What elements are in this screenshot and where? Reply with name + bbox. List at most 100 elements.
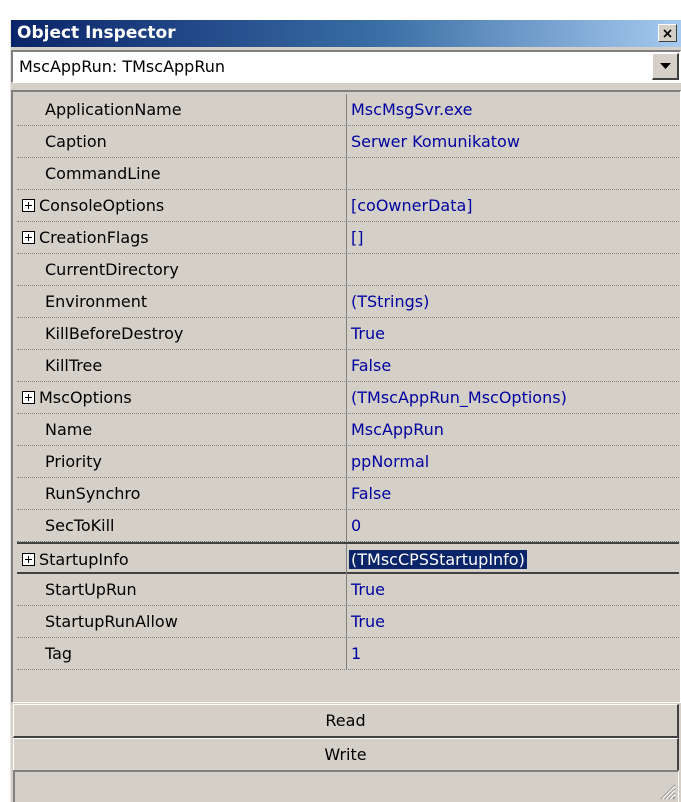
property-value-cell[interactable]: False <box>348 350 679 381</box>
property-value: (TMscAppRun_MscOptions) <box>351 388 567 407</box>
property-name-cell[interactable]: StartupInfo <box>17 544 347 575</box>
plus-box-icon[interactable] <box>22 553 35 566</box>
property-value: (TStrings) <box>351 292 430 311</box>
property-row-runsynchro[interactable]: RunSynchro False <box>17 478 679 510</box>
property-value-cell[interactable]: (TStrings) <box>348 286 679 317</box>
property-name-cell[interactable]: CurrentDirectory <box>17 254 347 285</box>
property-row-startupinfo[interactable]: StartupInfo (TMscCPSStartupInfo) <box>17 542 679 575</box>
property-value: ppNormal <box>351 452 430 471</box>
property-value: True <box>351 612 385 631</box>
property-row-environment[interactable]: Environment (TStrings) <box>17 286 679 318</box>
property-value-cell[interactable]: (TMscAppRun_MscOptions) <box>348 382 679 413</box>
property-row-killtree[interactable]: KillTree False <box>17 350 679 382</box>
property-value-cell[interactable] <box>348 158 679 189</box>
property-row-tag[interactable]: Tag 1 <box>17 638 679 670</box>
property-name-cell[interactable]: ConsoleOptions <box>17 190 347 221</box>
property-name-cell[interactable]: MscOptions <box>17 382 347 413</box>
property-value: True <box>351 324 385 343</box>
property-value-cell[interactable]: Serwer Komunikatow <box>348 126 679 157</box>
property-value-cell[interactable]: 1 <box>348 638 679 669</box>
property-value-cell[interactable] <box>348 254 679 285</box>
property-row-sectokill[interactable]: SecToKill 0 <box>17 510 679 542</box>
property-name-cell[interactable]: Caption <box>17 126 347 157</box>
property-name-cell[interactable]: Environment <box>17 286 347 317</box>
property-name: StartupInfo <box>39 550 129 569</box>
property-name: Caption <box>45 132 107 151</box>
property-name: Tag <box>45 644 73 663</box>
property-value-cell[interactable]: (TMscCPSStartupInfo) <box>348 544 679 575</box>
close-button[interactable] <box>658 24 677 42</box>
property-row-commandline[interactable]: CommandLine <box>17 158 679 190</box>
property-row-mscoptions[interactable]: MscOptions (TMscAppRun_MscOptions) <box>17 382 679 414</box>
object-inspector-window: Object Inspector MscAppRun: TMscAppRun A… <box>10 20 681 802</box>
property-name-cell[interactable]: Priority <box>17 446 347 477</box>
property-row-applicationname[interactable]: ApplicationName MscMsgSvr.exe <box>17 94 679 126</box>
size-grip-icon[interactable] <box>658 782 676 800</box>
property-value-cell[interactable]: 0 <box>348 510 679 541</box>
property-value: True <box>351 580 385 599</box>
property-value-cell[interactable]: MscMsgSvr.exe <box>348 94 679 125</box>
property-value: [coOwnerData] <box>351 196 473 215</box>
property-name-cell[interactable]: KillTree <box>17 350 347 381</box>
property-name-cell[interactable]: Name <box>17 414 347 445</box>
plus-box-icon[interactable] <box>22 391 35 404</box>
property-name-cell[interactable]: ApplicationName <box>17 94 347 125</box>
property-name-cell[interactable]: StartupRunAllow <box>17 606 347 637</box>
property-row-killbeforedestroy[interactable]: KillBeforeDestroy True <box>17 318 679 350</box>
property-row-startuprunallow[interactable]: StartupRunAllow True <box>17 606 679 638</box>
property-value-cell[interactable]: MscAppRun <box>348 414 679 445</box>
property-name: CurrentDirectory <box>45 260 179 279</box>
property-row-priority[interactable]: Priority ppNormal <box>17 446 679 478</box>
property-row-name[interactable]: Name MscAppRun <box>17 414 679 446</box>
property-row-currentdirectory[interactable]: CurrentDirectory <box>17 254 679 286</box>
property-row-creationflags[interactable]: CreationFlags [] <box>17 222 679 254</box>
property-grid[interactable]: ApplicationName MscMsgSvr.exe Caption Serwe… <box>11 90 681 703</box>
property-name: Priority <box>45 452 102 471</box>
property-value-cell[interactable]: True <box>348 606 679 637</box>
plus-box-icon[interactable] <box>22 231 35 244</box>
property-value: (TMscCPSStartupInfo) <box>349 550 527 569</box>
component-selector-value: MscAppRun: TMscAppRun <box>19 57 225 76</box>
plus-box-icon[interactable] <box>22 199 35 212</box>
property-value-cell[interactable]: ppNormal <box>348 446 679 477</box>
property-value: 1 <box>351 644 362 663</box>
property-name-cell[interactable]: CreationFlags <box>17 222 347 253</box>
property-name: CommandLine <box>45 164 161 183</box>
read-button[interactable]: Read <box>13 704 679 738</box>
property-name-cell[interactable]: StartUpRun <box>17 574 347 605</box>
property-name: StartupRunAllow <box>45 612 178 631</box>
property-name-cell[interactable]: CommandLine <box>17 158 347 189</box>
status-bar <box>13 770 679 802</box>
window-title: Object Inspector <box>17 23 176 43</box>
property-row-consoleoptions[interactable]: ConsoleOptions [coOwnerData] <box>17 190 679 222</box>
property-value: [] <box>351 228 364 247</box>
dropdown-arrow-icon <box>659 62 671 69</box>
property-row-caption[interactable]: Caption Serwer Komunikatow <box>17 126 679 158</box>
property-name-cell[interactable]: RunSynchro <box>17 478 347 509</box>
property-row-startuprun[interactable]: StartUpRun True <box>17 574 679 606</box>
property-value: Serwer Komunikatow <box>351 132 520 151</box>
property-value: 0 <box>351 516 362 535</box>
component-selector[interactable]: MscAppRun: TMscAppRun <box>11 50 681 83</box>
property-name: SecToKill <box>45 516 115 535</box>
property-name-cell[interactable]: KillBeforeDestroy <box>17 318 347 349</box>
component-selector-dropdown-button[interactable] <box>652 53 679 80</box>
property-name: RunSynchro <box>45 484 141 503</box>
property-value-cell[interactable]: True <box>348 318 679 349</box>
property-value: False <box>351 484 392 503</box>
property-value-cell[interactable]: [coOwnerData] <box>348 190 679 221</box>
property-name: KillBeforeDestroy <box>45 324 184 343</box>
property-name: Environment <box>45 292 148 311</box>
property-value-cell[interactable]: True <box>348 574 679 605</box>
property-value: MscAppRun <box>351 420 444 439</box>
property-value-cell[interactable]: False <box>348 478 679 509</box>
property-name-cell[interactable]: Tag <box>17 638 347 669</box>
property-name-cell[interactable]: SecToKill <box>17 510 347 541</box>
property-value: False <box>351 356 392 375</box>
title-bar[interactable]: Object Inspector <box>11 20 681 47</box>
property-name: StartUpRun <box>45 580 137 599</box>
property-value: MscMsgSvr.exe <box>351 100 473 119</box>
property-name: ConsoleOptions <box>39 196 165 215</box>
property-value-cell[interactable]: [] <box>348 222 679 253</box>
write-button[interactable]: Write <box>13 738 679 772</box>
